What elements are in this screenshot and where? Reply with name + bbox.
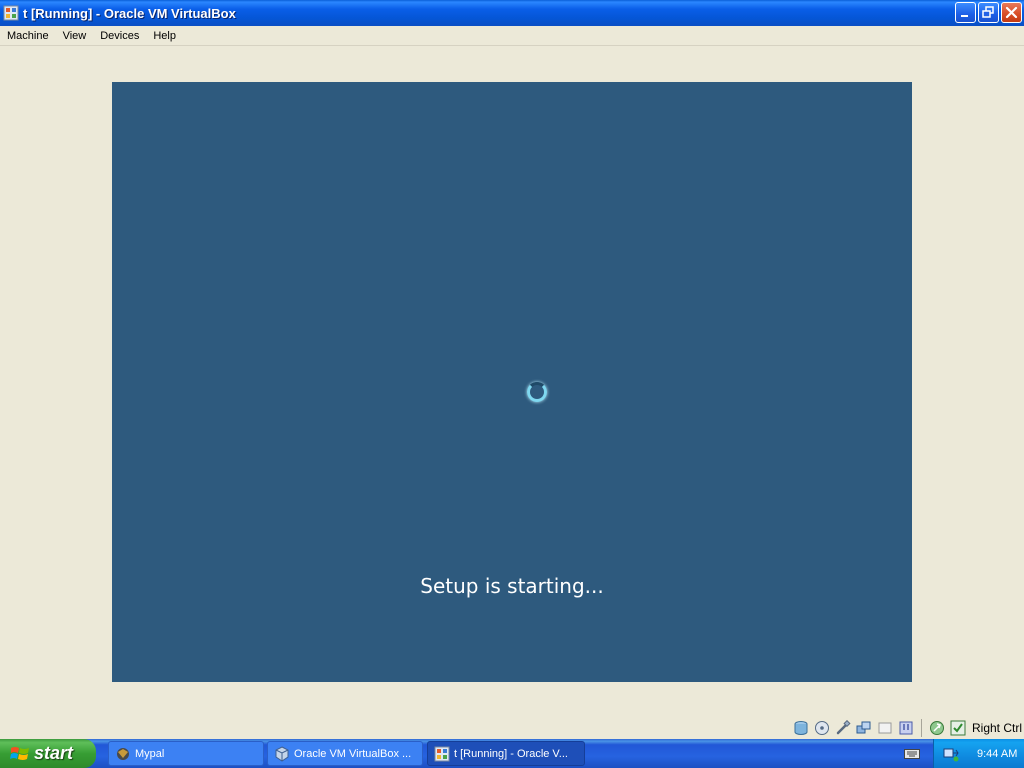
vm-status-bar: Right Ctrl [793, 717, 1024, 739]
title-bar[interactable]: t [Running] - Oracle VM VirtualBox [0, 0, 1024, 26]
vm-window-icon [434, 746, 450, 762]
status-separator [920, 719, 922, 737]
optical-drive-icon[interactable] [814, 720, 830, 736]
mouse-integration-icon[interactable] [950, 720, 966, 736]
vm-display[interactable]: Setup is starting... [112, 82, 912, 682]
taskbar-item-mypal[interactable]: Mypal [108, 741, 264, 766]
menu-machine[interactable]: Machine [0, 26, 56, 46]
virtualization-icon[interactable] [929, 720, 945, 736]
start-button[interactable]: start [0, 739, 96, 768]
taskbar-item-vm-window[interactable]: t [Running] - Oracle V... [427, 741, 585, 766]
taskbar-item-label: Oracle VM VirtualBox ... [294, 747, 412, 760]
keyboard-language-icon[interactable] [904, 747, 920, 760]
mypal-icon [115, 746, 131, 762]
taskbar-item-label: t [Running] - Oracle V... [454, 747, 568, 760]
usb-icon[interactable] [835, 719, 851, 736]
system-tray: 9:44 AM [933, 739, 1024, 768]
virtualbox-app-icon[interactable] [3, 5, 19, 21]
restore-button[interactable] [978, 2, 999, 23]
start-label: start [34, 743, 74, 763]
taskbar-item-label: Mypal [135, 747, 165, 760]
network-icon[interactable] [856, 720, 872, 736]
menu-help[interactable]: Help [146, 26, 183, 46]
host-key-label: Right Ctrl [971, 721, 1022, 735]
clock[interactable]: 9:44 AM [977, 748, 1017, 760]
virtualbox-icon [274, 745, 290, 762]
vrdp-icon[interactable] [898, 720, 914, 736]
hard-disk-icon[interactable] [793, 720, 809, 736]
windows-logo-icon [10, 745, 30, 763]
menu-devices[interactable]: Devices [93, 26, 146, 46]
minimize-button[interactable] [955, 2, 976, 23]
setup-status-text: Setup is starting... [420, 574, 604, 598]
close-icon [1005, 6, 1018, 19]
loading-spinner-icon [527, 382, 547, 402]
network-tray-icon[interactable] [943, 746, 959, 762]
shared-folders-icon[interactable] [877, 720, 893, 736]
minimize-icon [961, 15, 968, 17]
close-button[interactable] [1001, 2, 1022, 23]
menu-view[interactable]: View [56, 26, 94, 46]
window-title: t [Running] - Oracle VM VirtualBox [23, 5, 236, 21]
restore-icon [982, 6, 994, 18]
menu-bar: Machine View Devices Help [0, 26, 1024, 46]
taskbar: start Mypal Oracle VM VirtualBox ... t [… [0, 739, 1024, 768]
taskbar-item-virtualbox-manager[interactable]: Oracle VM VirtualBox ... [267, 741, 423, 766]
